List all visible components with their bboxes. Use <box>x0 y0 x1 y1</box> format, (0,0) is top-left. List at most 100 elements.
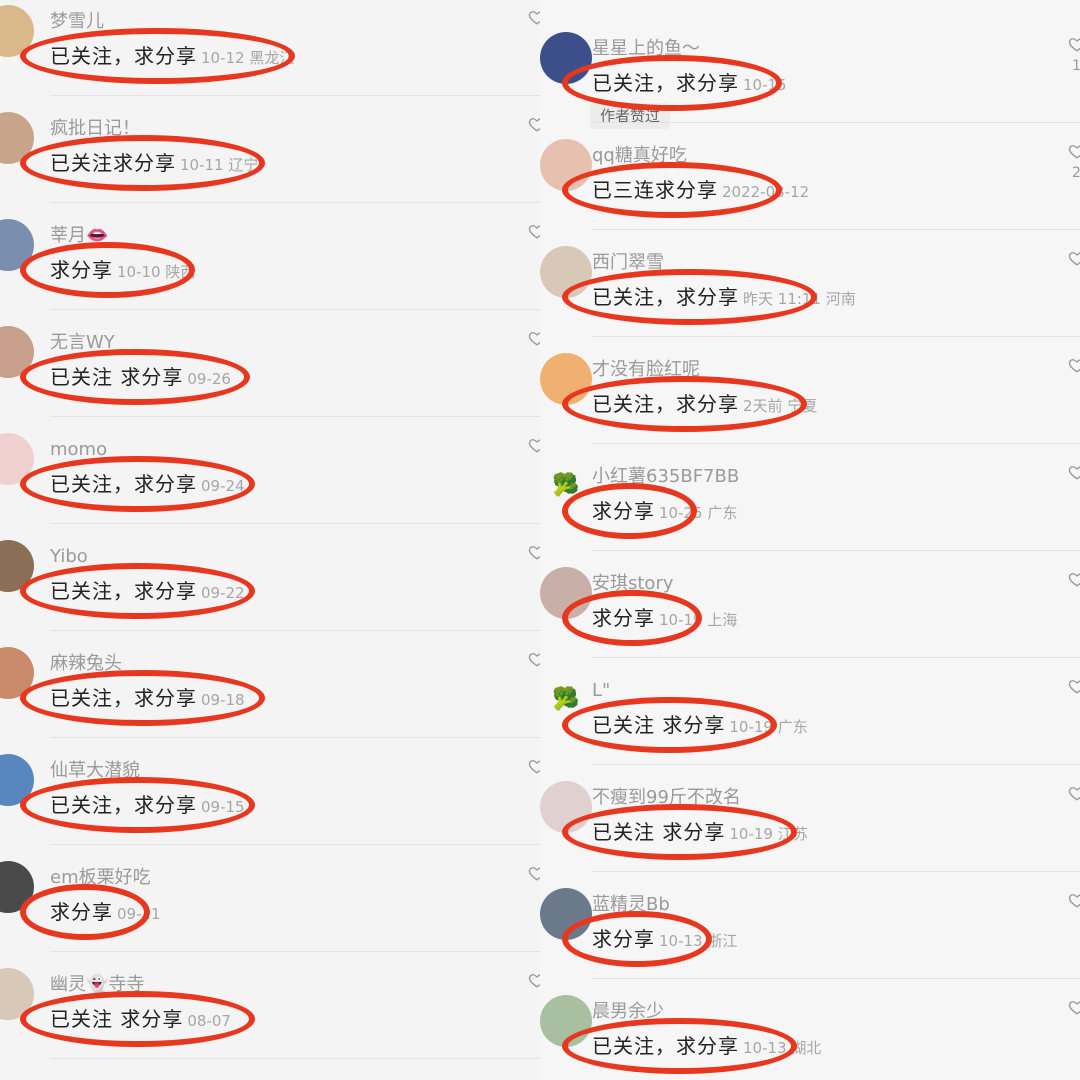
comment-item[interactable]: 🥦 L" 已关注 求分享 10-19 广东 <box>540 647 1080 765</box>
like-heart-icon[interactable] <box>528 650 540 668</box>
avatar[interactable] <box>540 781 592 833</box>
like-heart-icon[interactable] <box>528 329 540 347</box>
comment-item[interactable]: 无言WY 已关注 求分享 09-26 <box>0 299 540 417</box>
avatar[interactable] <box>540 139 592 191</box>
comment-item[interactable]: qq糖真好吃 已三连求分享 2022-03-12 2 <box>540 112 1080 230</box>
comment-text: 求分享 <box>592 927 655 951</box>
avatar[interactable] <box>0 861 34 913</box>
comment-item[interactable]: 蓝精灵Bb 求分享 10-13 浙江 <box>540 861 1080 979</box>
comment-item[interactable]: 晨男余少 已关注，求分享 10-13 湖北 <box>540 968 1080 1075</box>
comment-item[interactable]: 疯批日记！ 已关注求分享 10-11 辽宁 <box>0 85 540 203</box>
comment-text: 已关注，求分享 <box>50 44 197 68</box>
like-heart-icon[interactable] <box>1068 35 1080 53</box>
like-heart-icon[interactable] <box>1068 356 1080 374</box>
comment-item[interactable]: Yibo 已关注，求分享 09-22 <box>0 513 540 631</box>
comment-text: 求分享 <box>50 900 113 924</box>
username[interactable]: 莘月👄 <box>50 224 108 248</box>
like-heart-icon[interactable] <box>528 864 540 882</box>
like-heart-icon[interactable] <box>528 8 540 26</box>
comment-item[interactable]: 才没有脸红呢 已关注，求分享 2天前 宁夏 <box>540 326 1080 444</box>
like-heart-icon[interactable] <box>1068 891 1080 909</box>
like-heart-icon[interactable] <box>528 543 540 561</box>
comment-line: 已关注，求分享 09-15 <box>50 791 245 821</box>
username[interactable]: 西门翠雪 <box>592 251 664 275</box>
username[interactable]: qq糖真好吃 <box>592 144 687 168</box>
like-heart-icon[interactable] <box>528 757 540 775</box>
comment-item[interactable]: 星星上的鱼～ 已关注，求分享 10-15 作者赞过 1 <box>540 5 1080 129</box>
comment-line: 已关注，求分享 09-18 <box>50 684 245 714</box>
comment-item[interactable]: em板栗好吃 求分享 09-11 <box>0 834 540 952</box>
comment-line: 已关注，求分享 09-24 <box>50 470 245 500</box>
comment-item[interactable]: 莘月👄 求分享 10-10 陕西 <box>0 192 540 310</box>
avatar[interactable] <box>540 567 592 619</box>
avatar[interactable] <box>540 995 592 1047</box>
avatar[interactable] <box>540 32 592 84</box>
username[interactable]: 麻辣兔头 <box>50 652 122 676</box>
comment-item[interactable]: 幽灵👻寺寺 已关注 求分享 08-07 <box>0 941 540 1059</box>
username[interactable]: 梦雪儿 <box>50 10 104 34</box>
comment-item[interactable]: 梦雪儿 已关注，求分享 10-12 黑龙江 <box>0 0 540 96</box>
username[interactable]: 小红薯635BF7BB <box>592 465 739 489</box>
avatar[interactable] <box>0 540 34 592</box>
like-heart-icon[interactable] <box>1068 677 1080 695</box>
comment-meta: 10-15 <box>743 76 787 94</box>
comment-text: 已关注 求分享 <box>592 820 726 844</box>
like-heart-icon[interactable] <box>1068 249 1080 267</box>
username[interactable]: momo <box>50 438 107 462</box>
username[interactable]: 仙草大潜貌 <box>50 759 140 783</box>
username[interactable]: 安琪story <box>592 572 674 596</box>
username[interactable]: 才没有脸红呢 <box>592 358 700 382</box>
username[interactable]: 疯批日记！ <box>50 117 140 141</box>
like-heart-icon[interactable] <box>1068 998 1080 1016</box>
comment-line: 已关注，求分享 09-22 <box>50 577 245 607</box>
avatar[interactable] <box>0 647 34 699</box>
comment-meta: 08-07 <box>187 1012 231 1030</box>
username[interactable]: 幽灵👻寺寺 <box>50 973 144 997</box>
like-heart-icon[interactable] <box>1068 142 1080 160</box>
username[interactable]: 不瘦到99斤不改名 <box>592 786 741 810</box>
comment-meta: 10-13 湖北 <box>743 1039 822 1057</box>
comment-item[interactable]: 麻辣兔头已关注，求分享 09-18 <box>0 620 540 738</box>
username[interactable]: 晨男余少 <box>592 1000 664 1024</box>
like-count: 2 <box>1072 165 1080 181</box>
comment-line: 已关注 求分享 10-19 广东 <box>592 711 808 741</box>
like-heart-icon[interactable] <box>528 222 540 240</box>
like-heart-icon[interactable] <box>1068 570 1080 588</box>
username[interactable]: 蓝精灵Bb <box>592 893 670 917</box>
like-heart-icon[interactable] <box>1068 463 1080 481</box>
like-heart-icon[interactable] <box>528 115 540 133</box>
broccoli-icon[interactable]: 🥦 <box>540 674 592 726</box>
avatar[interactable] <box>0 754 34 806</box>
avatar[interactable] <box>540 353 592 405</box>
avatar[interactable] <box>0 433 34 485</box>
comment-line: 已关注 求分享 09-26 <box>50 363 231 393</box>
avatar[interactable] <box>0 5 34 57</box>
comment-text: 已三连求分享 <box>592 178 718 202</box>
comment-item[interactable]: 西门翠雪 已关注，求分享 昨天 11:11 河南 <box>540 219 1080 337</box>
comment-item[interactable]: momo 已关注，求分享 09-24 <box>0 406 540 524</box>
avatar[interactable] <box>540 888 592 940</box>
username[interactable]: 无言WY <box>50 331 115 355</box>
like-heart-icon[interactable] <box>1068 784 1080 802</box>
username[interactable]: Yibo <box>50 545 88 569</box>
comment-item[interactable]: 不瘦到99斤不改名已关注 求分享 10-19 江苏 <box>540 754 1080 872</box>
comment-text: 已关注，求分享 <box>592 285 739 309</box>
avatar[interactable] <box>0 112 34 164</box>
avatar[interactable] <box>0 219 34 271</box>
comment-meta: 09-11 <box>117 905 161 923</box>
comment-item[interactable]: 仙草大潜貌已关注，求分享 09-15 <box>0 727 540 845</box>
username[interactable]: 星星上的鱼～ <box>592 37 700 61</box>
avatar[interactable] <box>0 326 34 378</box>
username[interactable]: em板栗好吃 <box>50 866 151 890</box>
comment-line: 已关注 求分享 10-19 江苏 <box>592 818 808 848</box>
like-heart-icon[interactable] <box>528 436 540 454</box>
comment-item[interactable]: 🥦 小红薯635BF7BB 求分享 10-25 广东 <box>540 433 1080 551</box>
username[interactable]: L" <box>592 679 610 703</box>
avatar[interactable] <box>540 246 592 298</box>
comment-meta: 10-19 广东 <box>729 718 808 736</box>
broccoli-icon[interactable]: 🥦 <box>540 460 592 512</box>
comment-item[interactable]: 安琪story 求分享 10-19 上海 <box>540 540 1080 658</box>
avatar[interactable] <box>0 968 34 1020</box>
like-heart-icon[interactable] <box>528 971 540 989</box>
comment-meta: 10-25 广东 <box>659 504 738 522</box>
